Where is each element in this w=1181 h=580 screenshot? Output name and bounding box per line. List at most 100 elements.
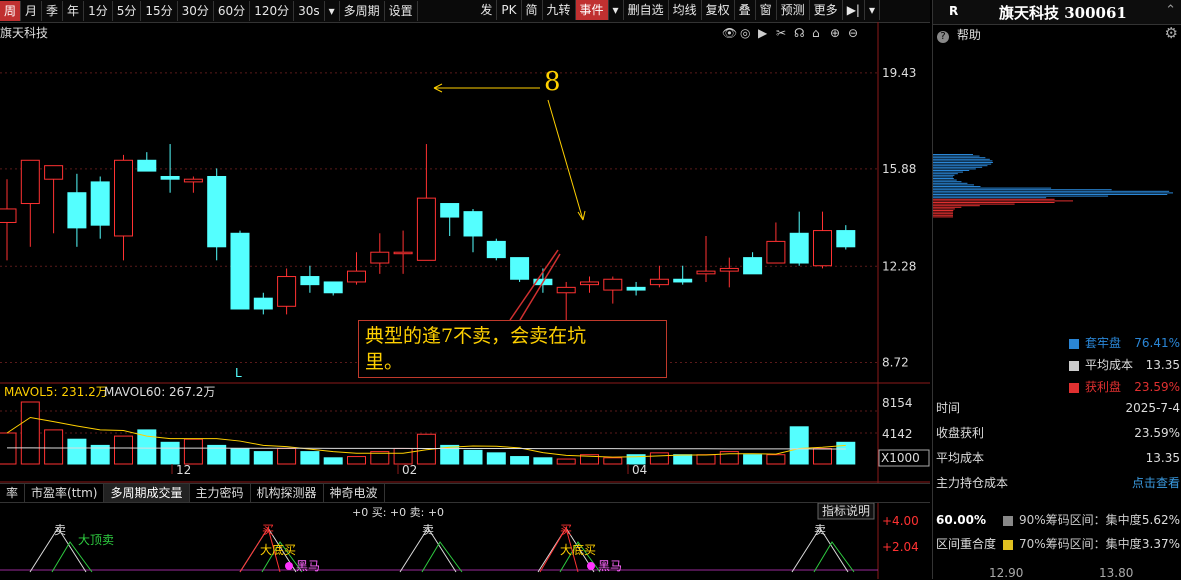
legend-row-2: 获利盘 23.59%	[933, 376, 1181, 398]
chart-tool-icon-0[interactable]: 👁	[722, 26, 737, 40]
toolbar-right-button-6[interactable]: 删自选	[624, 0, 669, 20]
period-button-10[interactable]: 30s	[294, 1, 325, 21]
toolbar-right-button-4[interactable]: 事件	[575, 0, 609, 20]
chip-bar	[933, 202, 1055, 203]
toolbar-right-button-2[interactable]: 简	[522, 0, 543, 20]
candle-body	[463, 211, 483, 237]
candle-body	[836, 230, 856, 248]
info-key: 收盘获利	[936, 426, 985, 440]
chip-bar	[933, 211, 954, 213]
candle-body	[556, 286, 576, 294]
toolbar-right-button-8[interactable]: 复权	[702, 0, 735, 20]
period-button-8[interactable]: 60分	[214, 1, 251, 21]
toolbar-right-button-0[interactable]: 发	[476, 0, 498, 20]
price-tick-label: 12.28	[882, 259, 916, 273]
candle-body	[719, 267, 739, 272]
toolbar-right-button-12[interactable]: 更多	[810, 0, 843, 20]
volume-bar	[510, 456, 530, 465]
candle-body	[183, 178, 203, 183]
period-toolbar: 周月季年 1分 5分 15分 30分 60分 120分 30s ▾ 多周期 设置发 PK 简九转 事件 ▾ 删…	[0, 0, 930, 23]
chart-tool-icon-6[interactable]: ⊕	[830, 26, 840, 40]
legend-value: 23.59%	[1134, 380, 1180, 394]
gear-icon[interactable]: ⚙	[1165, 24, 1178, 42]
chart-tool-icon-3[interactable]: ✂	[776, 26, 786, 40]
chip-bar	[933, 155, 980, 157]
bottom-right-price: 13.80	[1099, 566, 1134, 580]
tab-3[interactable]: 主力密码	[190, 484, 251, 502]
chip-bar	[933, 162, 993, 163]
period-button-12[interactable]: 多周期	[340, 1, 385, 21]
info-value[interactable]: 点击查看	[1132, 472, 1180, 494]
chip-bar	[933, 165, 988, 167]
ind-tick-1: +4.00	[882, 514, 919, 528]
tab-0[interactable]: 率	[0, 484, 26, 502]
legend-square	[1069, 354, 1085, 376]
toolbar-right-button-1[interactable]: PK	[497, 0, 522, 20]
period-button-1[interactable]: 月	[21, 1, 43, 21]
chart-tool-icon-5[interactable]: ⌂	[812, 26, 820, 40]
chart-tool-icon-4[interactable]: ☊	[794, 26, 805, 40]
volume-bar	[603, 457, 623, 465]
chip-bar	[933, 214, 954, 216]
volume-bar	[277, 448, 297, 465]
chip-bar	[933, 182, 968, 184]
legend-label: 套牢盘	[1085, 336, 1122, 350]
toolbar-right-button-5[interactable]: ▾	[609, 0, 624, 20]
candle-body	[673, 278, 693, 283]
chip-bar	[933, 184, 975, 186]
period-button-2[interactable]: 季	[42, 1, 64, 21]
info-value: 2025-7-4	[1125, 401, 1180, 415]
expand-icon[interactable]: ⌃	[1165, 3, 1176, 18]
r-label[interactable]: R	[949, 4, 958, 18]
toolbar-right-button-13[interactable]: ▶|	[843, 0, 865, 20]
info-key: 主力持仓成本	[936, 476, 1009, 490]
right-panel: R 旗天科技 300061 ⌃ ? 帮助 ⚙ 套牢盘 76.41% 平均成本 13.3…	[932, 0, 1181, 580]
chip-bar	[933, 158, 990, 160]
pct90-row: 60.00% 90%筹码区间：集中度 5.62%	[933, 509, 1181, 531]
dark-horse-dot	[587, 562, 595, 570]
pct70-square	[1003, 533, 1019, 555]
chip-bar	[933, 176, 954, 178]
chip-bar	[933, 198, 1055, 200]
period-button-4[interactable]: 1分	[84, 1, 113, 21]
period-button-5[interactable]: 5分	[113, 1, 142, 21]
candle-body	[20, 159, 40, 205]
toolbar-right-button-7[interactable]: 均线	[669, 0, 702, 20]
volume-bar	[253, 451, 273, 465]
toolbar-right-button-9[interactable]: 叠	[735, 0, 756, 20]
tab-2[interactable]: 多周期成交量	[104, 484, 190, 502]
info-key: 平均成本	[936, 451, 985, 465]
chip-bar	[933, 208, 955, 210]
volume-bar	[20, 401, 40, 465]
period-button-13[interactable]: 设置	[385, 1, 418, 21]
tab-5[interactable]: 神奇电波	[324, 484, 385, 502]
chart-tool-icon-2[interactable]: ▶	[758, 26, 768, 40]
mavol60-label: MAVOL60: 267.2万	[104, 385, 215, 399]
toolbar-right-button-14[interactable]: ▾	[865, 0, 880, 20]
signal-label: 卖	[54, 523, 66, 537]
chart-tool-icon-7[interactable]: ⊖	[848, 26, 858, 40]
volume-bar	[813, 448, 832, 465]
tab-4[interactable]: 机构探测器	[251, 484, 324, 502]
toolbar-right-button-3[interactable]: 九转	[543, 0, 576, 20]
bottom-left-price: 12.90	[989, 566, 1024, 580]
chip-bar	[933, 187, 1052, 189]
chip-bar	[933, 163, 992, 165]
tab-1[interactable]: 市盈率(ttm)	[25, 484, 105, 502]
chip-bar	[933, 157, 986, 159]
toolbar-right-button-10[interactable]: 窗	[756, 0, 777, 20]
chip-bar	[933, 168, 976, 170]
volume-bar	[230, 448, 250, 465]
help-row[interactable]: ? 帮助	[937, 26, 981, 43]
period-button-9[interactable]: 120分	[250, 1, 295, 21]
period-button-7[interactable]: 30分	[178, 1, 214, 21]
period-button-3[interactable]: 年	[63, 1, 85, 21]
period-button-0[interactable]: 周	[0, 1, 22, 21]
period-button-6[interactable]: 15分	[141, 1, 178, 21]
period-button-11[interactable]: ▾	[325, 1, 340, 21]
chart-tool-icon-1[interactable]: ◎	[740, 26, 750, 40]
volume-bar	[300, 451, 320, 465]
candle-body	[486, 240, 506, 259]
toolbar-right-button-11[interactable]: 预测	[777, 0, 810, 20]
price-tick-label: 19.43	[882, 66, 916, 80]
